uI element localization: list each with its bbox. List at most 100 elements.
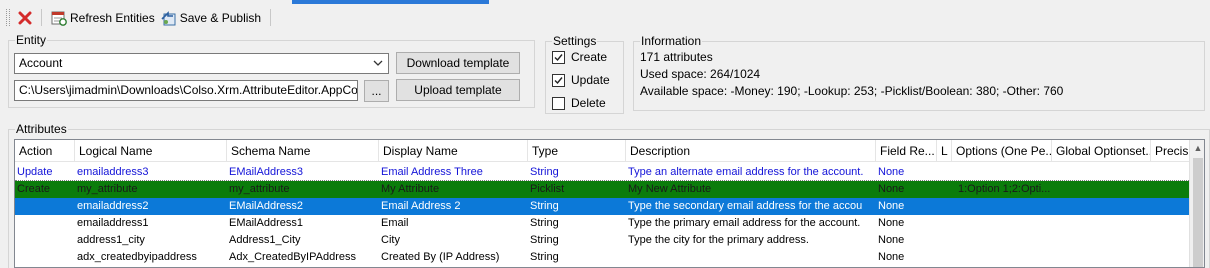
column-header-global-optionset[interactable]: Global Optionset...	[1052, 140, 1151, 162]
column-header-display-name[interactable]: Display Name	[379, 140, 528, 162]
save-publish-label: Save & Publish	[179, 10, 262, 25]
table-row[interactable]: emailaddress1 EMailAddress1 Email String…	[15, 215, 1189, 232]
refresh-entities-label: Refresh Entities	[70, 10, 155, 25]
cell-action	[15, 198, 73, 215]
cell-type: String	[530, 251, 559, 263]
cell-description	[626, 249, 874, 266]
cell-action: Update	[17, 166, 53, 178]
checkmark-icon	[554, 53, 563, 61]
browse-button[interactable]: ...	[364, 80, 389, 102]
update-checkbox-box[interactable]	[552, 73, 565, 87]
cell-display-name: My Attribute	[381, 183, 440, 195]
cell-schema-name: Adx_CreatedByIPAddress	[229, 251, 356, 263]
available-space: Available space: -Money: 190; -Lookup: 2…	[640, 84, 1064, 98]
cell-type: String	[530, 217, 559, 229]
cell-field-requirement: None	[878, 234, 905, 246]
cell-logical-name: my_attribute	[77, 183, 138, 195]
cell-logical-name: emailaddress2	[77, 200, 149, 212]
template-file-path[interactable]: C:\Users\jimadmin\Downloads\Colso.Xrm.At…	[14, 80, 358, 101]
upload-template-button[interactable]: Upload template	[396, 79, 520, 101]
column-header-description[interactable]: Description	[626, 140, 876, 162]
column-header-precision[interactable]: Precis	[1151, 140, 1189, 162]
update-checkbox-label: Update	[571, 73, 610, 87]
column-header-logical-name[interactable]: Logical Name	[75, 140, 227, 162]
cell-field-requirement: None	[878, 251, 905, 263]
column-header-action[interactable]: Action	[15, 140, 75, 162]
create-checkbox-label: Create	[571, 50, 608, 64]
toolbar-separator	[41, 9, 42, 26]
column-header-type[interactable]: Type	[528, 140, 626, 162]
attribute-count: 171 attributes	[640, 50, 713, 64]
table-row[interactable]: Update emailaddress3 EMailAddress3 Email…	[15, 164, 1189, 181]
cell-logical-name: adx_createdbyipaddress	[77, 251, 197, 263]
information-group-title: Information	[640, 34, 703, 48]
save-publish-button[interactable]: Save & Publish	[158, 7, 264, 29]
cell-type: Picklist	[530, 183, 565, 195]
attributes-grid[interactable]: Action Logical Name Schema Name Display …	[14, 139, 1205, 268]
cell-schema-name: EMailAddress3	[229, 166, 303, 178]
entity-select[interactable]: Account	[14, 53, 389, 74]
cell-display-name: City	[381, 234, 400, 246]
table-row[interactable]: address1_city Address1_City City String …	[15, 232, 1189, 249]
scroll-up-arrow-icon[interactable]: ▲	[1190, 140, 1204, 157]
cell-logical-name: emailaddress3	[77, 166, 149, 178]
cell-display-name: Email	[381, 217, 409, 229]
red-x-icon	[18, 11, 32, 24]
attributes-group-title: Attributes	[15, 122, 68, 136]
cell-logical-name: address1_city	[77, 234, 145, 246]
cell-description: Type an alternate email address for the …	[628, 166, 864, 178]
close-button[interactable]	[15, 7, 35, 29]
cell-options	[952, 164, 1050, 181]
cell-description: My New Attribute	[628, 183, 712, 195]
refresh-entities-icon	[51, 11, 67, 26]
toolbar-grip[interactable]	[6, 9, 10, 26]
cell-description: Type the city for the primary address.	[628, 234, 809, 246]
active-tab-indicator[interactable]	[292, 0, 489, 4]
column-header-field-requirement[interactable]: Field Re...	[876, 140, 937, 162]
table-row[interactable]: adx_createdbyipaddress Adx_CreatedByIPAd…	[15, 249, 1189, 266]
cell-schema-name: Address1_City	[229, 234, 301, 246]
vertical-scrollbar[interactable]: ▲	[1189, 140, 1204, 267]
cell-schema-name: EMailAddress1	[229, 217, 303, 229]
cell-description: Type the secondary email address for the…	[628, 200, 863, 212]
refresh-entities-button[interactable]: Refresh Entities	[48, 7, 158, 29]
table-row[interactable]: emailaddress2 EMailAddress2 Email Addres…	[15, 198, 1189, 215]
cell-description: Type the primary email address for the a…	[628, 217, 861, 229]
column-header-options[interactable]: Options (One Pe...	[952, 140, 1052, 162]
scrollbar-thumb[interactable]	[1193, 158, 1203, 267]
settings-group-title: Settings	[552, 34, 598, 48]
cell-action	[15, 215, 73, 232]
download-template-button[interactable]: Download template	[396, 52, 520, 74]
cell-options: 1:Option 1;2:Opti...	[958, 183, 1050, 195]
cell-field-requirement: None	[878, 183, 905, 195]
cell-field-requirement: None	[878, 217, 905, 229]
cell-display-name: Created By (IP Address)	[381, 251, 500, 263]
cell-action	[15, 232, 73, 249]
toolbar-separator	[270, 9, 272, 26]
cell-type: String	[530, 166, 559, 178]
window-tab-strip	[0, 0, 1210, 4]
cell-display-name: Email Address 2	[381, 200, 461, 212]
create-checkbox[interactable]: Create	[552, 50, 607, 64]
grid-header: Action Logical Name Schema Name Display …	[15, 140, 1189, 162]
cell-action: Create	[17, 183, 51, 195]
checkmark-icon	[554, 76, 563, 84]
update-checkbox[interactable]: Update	[552, 73, 610, 87]
create-checkbox-box[interactable]	[552, 50, 565, 64]
delete-checkbox[interactable]: Delete	[552, 96, 606, 110]
publish-icon	[161, 10, 176, 25]
delete-checkbox-box[interactable]	[552, 96, 565, 110]
cell-field-requirement: None	[878, 200, 905, 212]
column-header-schema-name[interactable]: Schema Name	[227, 140, 379, 162]
cell-schema-name: my_attribute	[229, 183, 290, 195]
table-row[interactable]: Create my_attribute my_attribute My Attr…	[15, 181, 1189, 198]
cell-display-name: Email Address Three	[381, 166, 483, 178]
chevron-down-icon	[373, 60, 383, 66]
cell-logical-name: emailaddress1	[77, 217, 149, 229]
entity-group-title: Entity	[15, 33, 48, 47]
delete-checkbox-label: Delete	[571, 96, 606, 110]
cell-type: String	[530, 234, 559, 246]
toolbar: Refresh Entities Save & Publish	[0, 5, 1210, 30]
column-header-l[interactable]: L	[937, 140, 952, 162]
cell-type: String	[530, 200, 559, 212]
